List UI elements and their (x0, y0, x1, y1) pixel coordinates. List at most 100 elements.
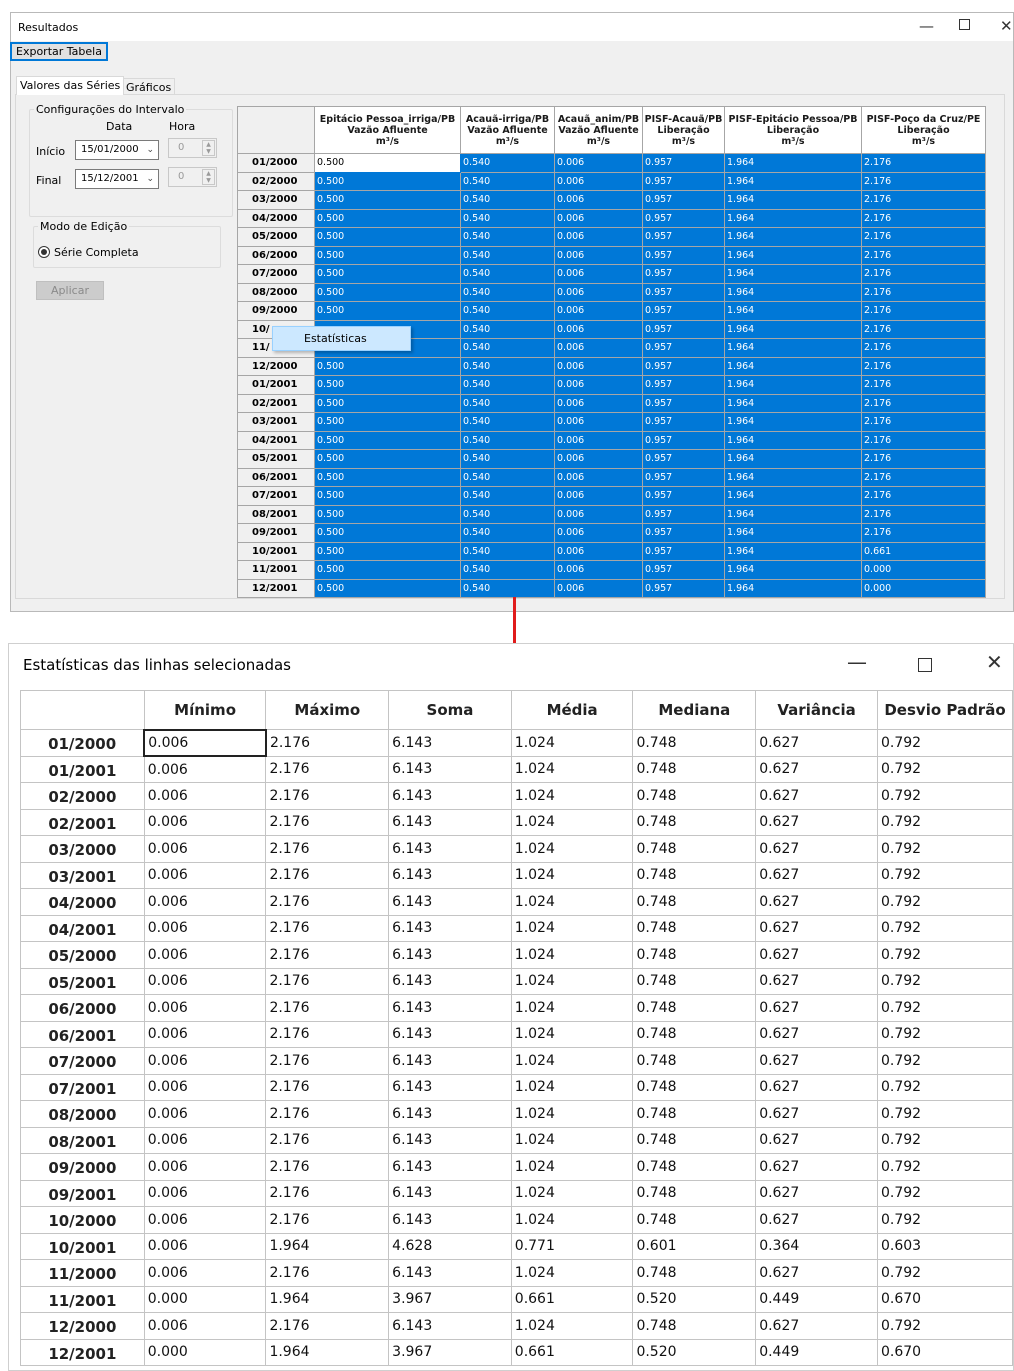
tab-series-values[interactable]: Valores das Séries (16, 76, 125, 95)
stats-cell[interactable]: 0.748 (632, 1126, 757, 1154)
radio-selected-icon[interactable] (38, 246, 50, 258)
stats-cell[interactable]: 0.006 (143, 914, 267, 942)
grid-cell[interactable]: 0.540 (460, 467, 555, 487)
table-row[interactable]: 06/2000 0.500 0.540 0.006 0.957 1.964 2.176 (237, 245, 986, 265)
stats-cell[interactable]: 0.792 (877, 967, 1013, 995)
stats-cell[interactable]: 2.176 (265, 1073, 390, 1101)
stats-cell[interactable]: 1.024 (510, 1073, 634, 1101)
row-header[interactable]: 08/2001 (20, 1126, 145, 1154)
stats-cell[interactable]: 0.006 (143, 941, 267, 969)
grid-cell[interactable]: 1.964 (724, 504, 862, 524)
table-row[interactable]: 04/2000 0.006 2.176 6.143 1.024 0.748 0.627 0.7… (20, 888, 1013, 916)
stats-cell[interactable]: 0.661 (510, 1285, 634, 1313)
stats-column-header[interactable]: Desvio Padrão (877, 690, 1013, 730)
table-row[interactable]: 02/2000 0.500 0.540 0.006 0.957 1.964 2.176 (237, 171, 986, 191)
stats-cell[interactable]: 0.748 (632, 755, 757, 783)
stats-cell[interactable]: 2.176 (265, 808, 390, 836)
table-row[interactable]: 10/2001 0.500 0.540 0.006 0.957 1.964 0.661 (237, 541, 986, 561)
stats-cell[interactable]: 0.792 (877, 808, 1013, 836)
grid-cell[interactable]: 0.500 (314, 190, 461, 210)
minimize-icon[interactable]: — (847, 650, 867, 674)
row-header[interactable]: 01/2000 (237, 153, 315, 173)
grid-cell[interactable]: 1.964 (724, 393, 862, 413)
stats-cell[interactable]: 0.670 (877, 1338, 1013, 1366)
grid-cell[interactable]: 1.964 (724, 319, 862, 339)
grid-cell[interactable]: 1.964 (724, 578, 862, 598)
stats-cell[interactable]: 3.967 (388, 1338, 512, 1366)
table-row[interactable]: 11/2001 0.000 1.964 3.967 0.661 0.520 0.449 0.6… (20, 1285, 1013, 1313)
grid-cell[interactable]: 1.964 (724, 356, 862, 376)
grid-cell[interactable]: 0.957 (642, 486, 725, 506)
full-series-radio-label[interactable]: Série Completa (54, 246, 139, 259)
stats-cell[interactable]: 0.627 (755, 941, 878, 969)
grid-cell[interactable]: 0.540 (460, 449, 555, 469)
grid-cell[interactable]: 0.957 (642, 338, 725, 358)
grid-cell[interactable]: 1.964 (724, 153, 862, 173)
grid-cell[interactable]: 0.540 (460, 375, 555, 395)
table-row[interactable]: 02/2001 0.006 2.176 6.143 1.024 0.748 0.627 0.7… (20, 808, 1013, 836)
stats-cell[interactable]: 0.006 (143, 1312, 267, 1340)
stats-cell[interactable]: 2.176 (265, 861, 390, 889)
stats-cell[interactable]: 0.792 (877, 861, 1013, 889)
grid-cell[interactable]: 0.540 (460, 504, 555, 524)
stats-cell[interactable]: 0.661 (510, 1338, 634, 1366)
grid-cell[interactable]: 2.176 (861, 319, 986, 339)
grid-cell[interactable]: 0.500 (314, 467, 461, 487)
stats-cell[interactable]: 6.143 (388, 994, 512, 1022)
grid-cell[interactable]: 0.500 (314, 171, 461, 191)
grid-cell[interactable]: 0.957 (642, 171, 725, 191)
table-row[interactable]: 04/2001 0.006 2.176 6.143 1.024 0.748 0.627 0.7… (20, 914, 1013, 942)
stats-cell[interactable]: 0.006 (143, 1073, 267, 1101)
grid-cell[interactable]: 1.964 (724, 208, 862, 228)
stats-cell[interactable]: 6.143 (388, 1153, 512, 1181)
stats-cell[interactable]: 0.771 (510, 1232, 634, 1260)
stats-cell[interactable]: 0.748 (632, 1073, 757, 1101)
grid-cell[interactable]: 0.957 (642, 245, 725, 265)
row-header[interactable]: 05/2000 (20, 941, 145, 969)
stats-cell[interactable]: 2.176 (265, 1179, 390, 1207)
stats-cell[interactable]: 1.024 (510, 1153, 634, 1181)
stats-cell[interactable]: 0.627 (755, 1020, 878, 1048)
grid-cell[interactable]: 0.957 (642, 578, 725, 598)
stats-cell[interactable]: 2.176 (265, 1020, 390, 1048)
grid-cell[interactable]: 0.500 (314, 560, 461, 580)
row-header[interactable]: 08/2000 (20, 1100, 145, 1128)
row-header[interactable]: 05/2001 (20, 967, 145, 995)
grid-cell[interactable]: 0.006 (554, 319, 643, 339)
grid-cell[interactable]: 2.176 (861, 412, 986, 432)
stats-cell[interactable]: 1.024 (510, 1206, 634, 1234)
stats-cell[interactable]: 0.792 (877, 1206, 1013, 1234)
stats-cell[interactable]: 0.792 (877, 1047, 1013, 1075)
stats-cell[interactable]: 2.176 (265, 967, 390, 995)
stats-column-header[interactable]: Mediana (632, 690, 757, 730)
stats-cell[interactable]: 0.792 (877, 1073, 1013, 1101)
row-header[interactable]: 08/2000 (237, 282, 315, 302)
table-row[interactable]: 03/2000 0.006 2.176 6.143 1.024 0.748 0.627 0.7… (20, 835, 1013, 863)
stats-cell[interactable]: 0.627 (755, 888, 878, 916)
table-row[interactable]: 07/2001 0.006 2.176 6.143 1.024 0.748 0.627 0.7… (20, 1073, 1013, 1101)
row-header[interactable]: 07/2000 (20, 1047, 145, 1075)
grid-cell[interactable]: 0.540 (460, 171, 555, 191)
grid-cell[interactable]: 0.006 (554, 578, 643, 598)
stats-cell[interactable]: 1.024 (510, 1179, 634, 1207)
stats-cell[interactable]: 4.628 (388, 1232, 512, 1260)
table-row[interactable]: 08/2001 0.500 0.540 0.006 0.957 1.964 2.176 (237, 504, 986, 524)
stats-cell[interactable]: 6.143 (388, 782, 512, 810)
row-header[interactable]: 10/2001 (237, 541, 315, 561)
row-header[interactable]: 12/2001 (20, 1338, 145, 1366)
row-header[interactable]: 11/2001 (20, 1285, 145, 1313)
context-menu-statistics[interactable]: Estatísticas (272, 326, 411, 351)
stats-cell[interactable]: 0.627 (755, 782, 878, 810)
grid-cell[interactable]: 1.964 (724, 245, 862, 265)
grid-cell[interactable]: 2.176 (861, 467, 986, 487)
grid-cell[interactable]: 0.500 (314, 208, 461, 228)
stats-cell[interactable]: 0.748 (632, 1312, 757, 1340)
table-row[interactable]: 01/2000 0.500 0.540 0.006 0.957 1.964 2.176 (237, 153, 986, 173)
stats-cell[interactable]: 0.006 (143, 861, 267, 889)
grid-cell[interactable]: 0.006 (554, 560, 643, 580)
grid-cell[interactable]: 0.540 (460, 356, 555, 376)
stats-cell[interactable]: 0.748 (632, 1259, 757, 1287)
table-row[interactable]: 03/2000 0.500 0.540 0.006 0.957 1.964 2.176 (237, 190, 986, 210)
row-header[interactable]: 10/2000 (20, 1206, 145, 1234)
stats-cell[interactable]: 0.627 (755, 861, 878, 889)
